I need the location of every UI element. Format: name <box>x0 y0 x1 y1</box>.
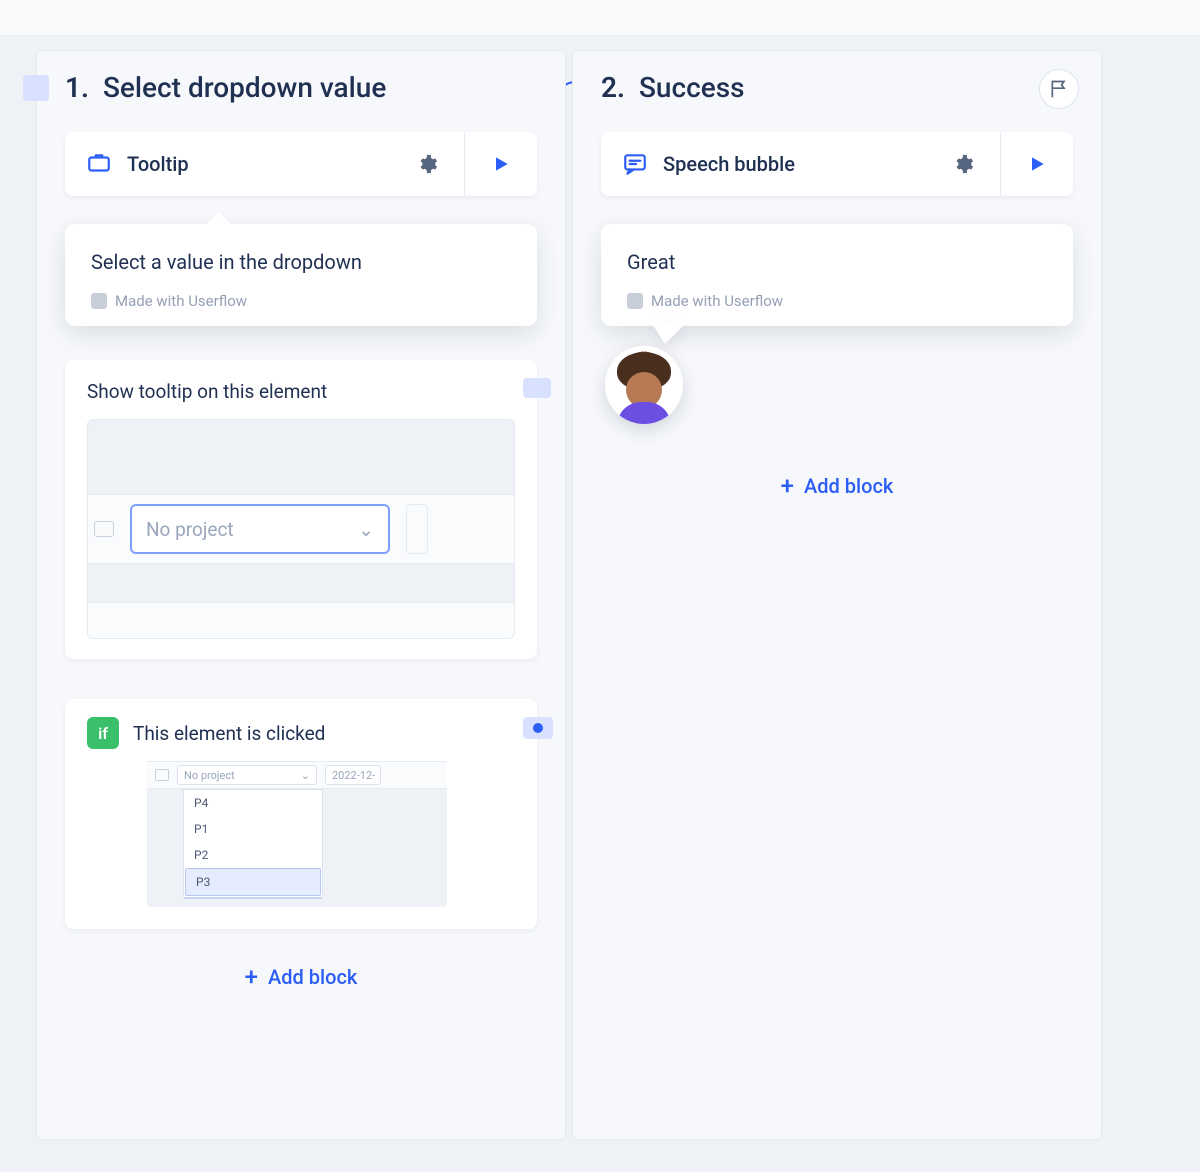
userflow-logo-icon <box>91 293 107 309</box>
speech-bubble-preview[interactable]: Great Made with Userflow <box>601 224 1073 326</box>
block-type-card-2[interactable]: Speech bubble <box>601 132 1073 196</box>
block-play-button-1[interactable] <box>464 132 537 196</box>
chevron-down-icon: ⌄ <box>358 518 374 541</box>
add-block-label-2: Add block <box>804 474 893 498</box>
target-dropdown-value: No project <box>146 518 234 541</box>
trigger-element-preview: No project ⌄ 2022-12- P4P1P2P3 <box>147 761 447 907</box>
step-2-title: Success <box>639 71 745 104</box>
tooltip-preview[interactable]: Select a value in the dropdown Made with… <box>65 224 537 326</box>
dropdown-option[interactable]: P3 <box>185 868 321 896</box>
flow-canvas: 1. Select dropdown value Tooltip <box>0 36 1200 1172</box>
preview-footer-row <box>88 602 514 638</box>
target-element-title: Show tooltip on this element <box>87 380 515 403</box>
mini-dropdown-options[interactable]: P4P1P2P3 <box>183 789 323 899</box>
target-element-port[interactable] <box>523 378 551 398</box>
block-settings-button-1[interactable] <box>416 153 438 175</box>
dropdown-option[interactable]: P4 <box>184 790 322 816</box>
step-1-number: 1. <box>65 71 89 104</box>
plus-icon: + <box>781 474 794 498</box>
made-with-row-1: Made with Userflow <box>91 292 511 310</box>
row-icon <box>94 521 114 537</box>
dropdown-option[interactable]: P1 <box>184 816 322 842</box>
mini-dropdown-value: No project <box>184 769 235 782</box>
adjacent-cell <box>406 504 428 554</box>
mini-dropdown[interactable]: No project ⌄ <box>177 765 317 785</box>
if-badge-icon: if <box>87 717 119 749</box>
tooltip-text: Select a value in the dropdown <box>91 250 511 274</box>
target-element-card[interactable]: Show tooltip on this element No project … <box>65 360 537 659</box>
block-type-card-1[interactable]: Tooltip <box>65 132 537 196</box>
speech-bubble-icon <box>621 150 649 178</box>
step-2-number: 2. <box>601 71 625 104</box>
trigger-card[interactable]: if This element is clicked No project ⌄ … <box>65 699 537 929</box>
tooltip-icon <box>85 150 113 178</box>
add-block-label-1: Add block <box>268 965 357 989</box>
speech-bubble-text: Great <box>627 250 1047 274</box>
step-1-title: Select dropdown value <box>103 71 386 104</box>
dropdown-option[interactable]: P2 <box>184 842 322 868</box>
mini-row-icon <box>155 769 169 781</box>
step-1-handle[interactable] <box>23 75 49 101</box>
block-type-label-1: Tooltip <box>127 152 416 176</box>
step-1-header[interactable]: 1. Select dropdown value <box>65 71 537 104</box>
finish-flag-icon[interactable] <box>1039 69 1079 109</box>
trigger-title: This element is clicked <box>133 722 325 745</box>
block-type-label-2: Speech bubble <box>663 152 952 176</box>
block-play-button-2[interactable] <box>1000 132 1073 196</box>
add-block-button-2[interactable]: + Add block <box>601 474 1073 498</box>
chevron-down-icon: ⌄ <box>301 769 310 782</box>
add-block-button-1[interactable]: + Add block <box>65 965 537 989</box>
made-with-label-2: Made with Userflow <box>651 292 783 310</box>
block-settings-button-2[interactable] <box>952 153 974 175</box>
made-with-label-1: Made with Userflow <box>115 292 247 310</box>
target-dropdown[interactable]: No project ⌄ <box>130 504 390 554</box>
step-column-2[interactable]: 2. Success Speech bubble <box>572 50 1102 1140</box>
userflow-logo-icon <box>627 293 643 309</box>
step-2-header[interactable]: 2. Success <box>601 71 1073 104</box>
mini-date-cell: 2022-12- <box>325 765 381 785</box>
made-with-row-2: Made with Userflow <box>627 292 1047 310</box>
step-column-1[interactable]: 1. Select dropdown value Tooltip <box>36 50 566 1140</box>
plus-icon: + <box>245 965 258 989</box>
top-bar <box>0 0 1200 36</box>
target-element-preview: No project ⌄ <box>87 419 515 639</box>
avatar <box>605 346 683 424</box>
trigger-output-port[interactable] <box>523 717 553 739</box>
